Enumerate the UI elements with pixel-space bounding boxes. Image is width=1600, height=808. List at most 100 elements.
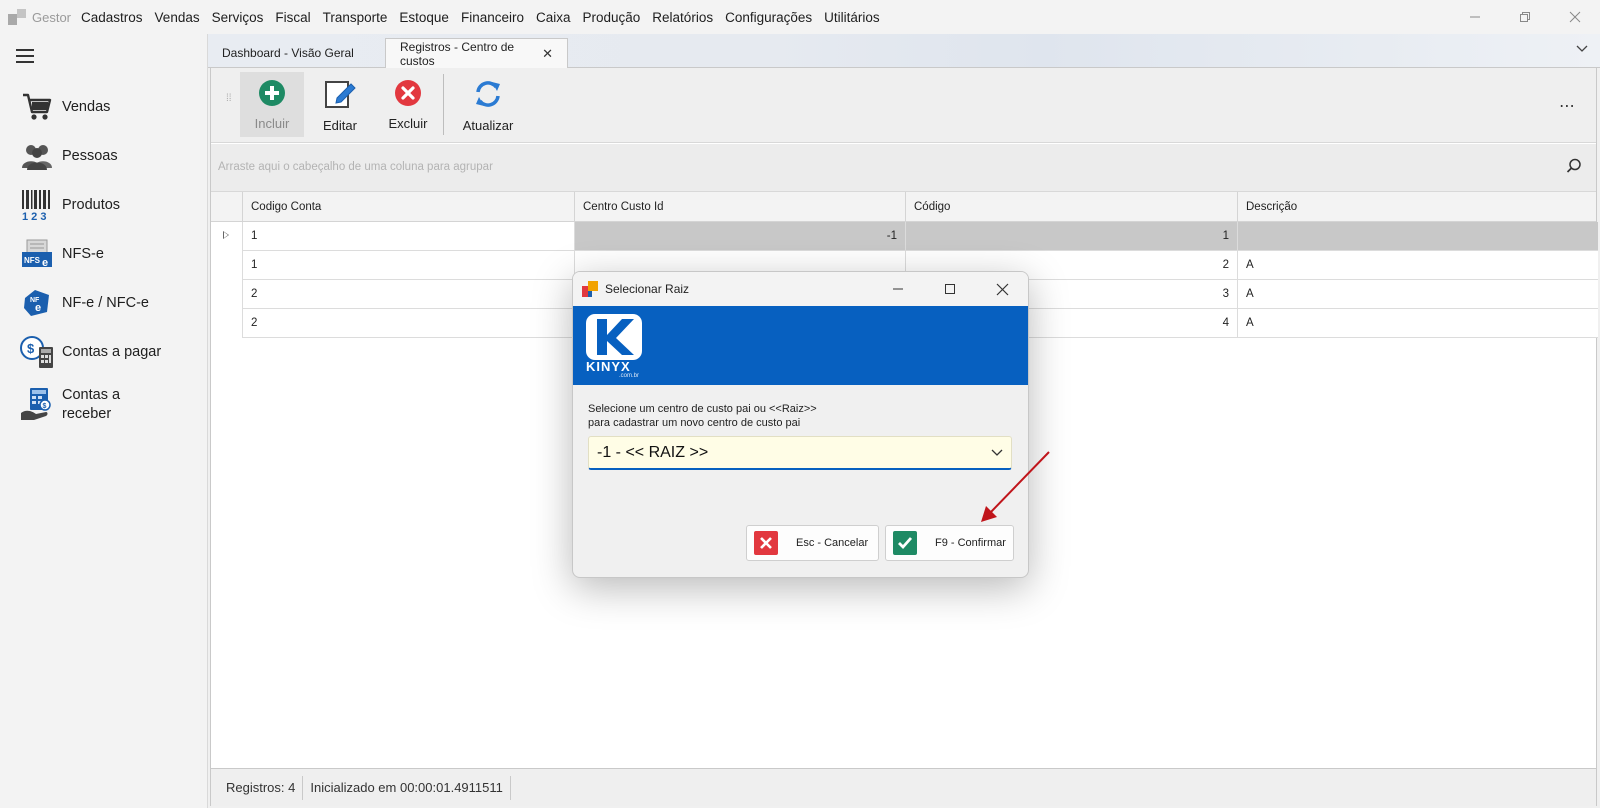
sidebar-item-contas-pagar[interactable]: $ Contas a pagar [20,335,161,369]
menu-producao[interactable]: Produção [583,10,641,25]
sidebar: Vendas Pessoas 1 2 3 Produtos NFS e NFS-e… [0,34,208,808]
nfe-icon: NF e [20,286,54,320]
cell-codigo-conta[interactable]: 1 [242,222,574,251]
tab-centro-de-custos[interactable]: Registros - Centro de custos ✕ [385,38,568,68]
row-indicator-icon [223,231,229,239]
menu-transporte[interactable]: Transporte [323,10,388,25]
tab-label: Dashboard - Visão Geral [222,46,354,60]
refresh-button[interactable]: Atualizar [451,72,525,137]
dialog-title-bar[interactable]: Selecionar Raiz [573,272,1028,306]
edit-label: Editar [323,118,357,133]
menu-estoque[interactable]: Estoque [399,10,449,25]
sidebar-item-nfse[interactable]: NFS e NFS-e [20,237,104,271]
more-options-icon[interactable]: ⋯ [1559,96,1576,116]
delete-button[interactable]: Excluir [376,72,440,137]
tab-dashboard[interactable]: Dashboard - Visão Geral [208,38,380,68]
confirm-button[interactable]: F9 - Confirmar [885,525,1014,561]
close-tab-icon[interactable]: ✕ [542,46,553,62]
menu-configuracoes[interactable]: Configurações [725,10,812,25]
sidebar-item-label: Contas a pagar [62,343,162,360]
menu-financeiro[interactable]: Financeiro [461,10,524,25]
svg-text:NFS: NFS [24,256,41,265]
window-controls [1450,0,1600,34]
restore-icon[interactable] [1500,0,1550,34]
cell-descricao[interactable] [1237,222,1598,251]
chevron-down-icon[interactable] [1576,42,1588,56]
tab-strip: Dashboard - Visão Geral Registros - Cent… [208,34,1600,68]
select-root-dialog: Selecionar Raiz KINYX .com.br Selecione … [572,271,1029,578]
cell-descricao[interactable]: A [1237,251,1598,280]
column-header-descricao[interactable]: Descrição [1237,192,1598,221]
minimize-icon[interactable] [1450,0,1500,34]
group-panel[interactable]: Arraste aqui o cabeçalho de uma coluna p… [211,144,1596,192]
close-icon[interactable] [976,272,1028,306]
tab-label: Registros - Centro de custos [400,39,515,68]
app-name: Gestor [32,9,72,25]
edit-icon [324,79,356,112]
receivables-icon: $ [20,388,54,422]
close-window-icon[interactable] [1550,0,1600,34]
maximize-icon[interactable] [924,272,976,306]
column-header-codigo[interactable]: Código [905,192,1237,221]
delete-icon [394,79,422,110]
column-header-codigo-conta[interactable]: Codigo Conta [242,192,574,221]
status-bar: Registros: 4 Inicializado em 00:00:01.49… [211,768,1596,806]
title-menu-bar: Gestor Cadastros Vendas Serviços Fiscal … [0,0,1600,34]
group-hint: Arraste aqui o cabeçalho de uma coluna p… [218,161,493,173]
sidebar-item-label: Contas a receber [62,387,121,422]
cell-centro-custo-id[interactable]: -1 [574,222,905,251]
add-icon [258,79,286,110]
menu-caixa[interactable]: Caixa [536,10,571,25]
cell-descricao[interactable]: A [1237,309,1598,338]
sidebar-item-label: Produtos [62,196,121,213]
parent-cost-center-select[interactable]: -1 - << RAIZ >> [588,436,1012,470]
cell-codigo[interactable]: 1 [905,222,1237,251]
cell-codigo-conta[interactable]: 1 [242,251,574,280]
menu-utilitarios[interactable]: Utilitários [824,10,880,25]
edit-button[interactable]: Editar [308,72,372,137]
annotation-arrow-icon [981,451,1050,522]
table-row[interactable]: 1 -1 1 [211,222,1598,251]
prompt-line-2: para cadastrar um novo centro de custo p… [588,417,801,429]
menu-cadastros[interactable]: Cadastros [81,10,143,25]
menu-servicos[interactable]: Serviços [212,10,264,25]
sidebar-item-label: Pessoas [62,147,118,164]
search-icon[interactable] [1566,158,1582,177]
add-label: Incluir [254,116,290,131]
svg-text:e: e [42,257,48,269]
confirm-label: F9 - Confirmar [935,537,1006,549]
svg-text:e: e [35,302,41,314]
cell-codigo-conta[interactable]: 2 [242,309,574,338]
svg-text:$: $ [27,341,35,356]
dialog-app-icon [582,281,598,297]
cell-descricao[interactable]: A [1237,280,1598,309]
menu-relatorios[interactable]: Relatórios [652,10,713,25]
cancel-button[interactable]: Esc - Cancelar [746,525,879,561]
menu-fiscal[interactable]: Fiscal [275,10,310,25]
sidebar-item-produtos[interactable]: 1 2 3 Produtos [20,188,120,222]
sidebar-item-nfe[interactable]: NF e NF-e / NFC-e [20,286,149,320]
nfse-icon: NFS e [20,237,54,271]
cart-icon [20,90,54,124]
dialog-prompt: Selecione um centro de custo pai ou <<Ra… [588,402,817,430]
sidebar-item-contas-receber[interactable]: $ Contas a receber [20,386,120,424]
hamburger-menu-icon[interactable] [16,49,34,67]
sidebar-item-vendas[interactable]: Vendas [20,90,110,124]
sidebar-item-pessoas[interactable]: Pessoas [20,139,118,173]
minimize-icon[interactable] [872,272,924,306]
cancel-label: Esc - Cancelar [796,537,869,549]
bills-icon: $ [20,335,54,369]
cell-codigo-conta[interactable]: 2 [242,280,574,309]
grip-handle-icon[interactable]: ⁞⁞ [226,94,232,104]
svg-text:$: $ [43,403,47,410]
grid-header: Codigo Conta Centro Custo Id Código Desc… [211,192,1596,222]
column-header-centro-custo-id[interactable]: Centro Custo Id [574,192,905,221]
add-button[interactable]: Incluir [240,72,304,137]
refresh-label: Atualizar [462,118,514,133]
sidebar-item-label: NF-e / NFC-e [62,294,149,311]
svg-text:1 2 3: 1 2 3 [22,211,46,221]
delete-label: Excluir [388,116,428,131]
menu-vendas[interactable]: Vendas [155,10,200,25]
prompt-line-1: Selecione um centro de custo pai ou <<Ra… [588,403,817,415]
brand-domain: .com.br [619,373,640,379]
